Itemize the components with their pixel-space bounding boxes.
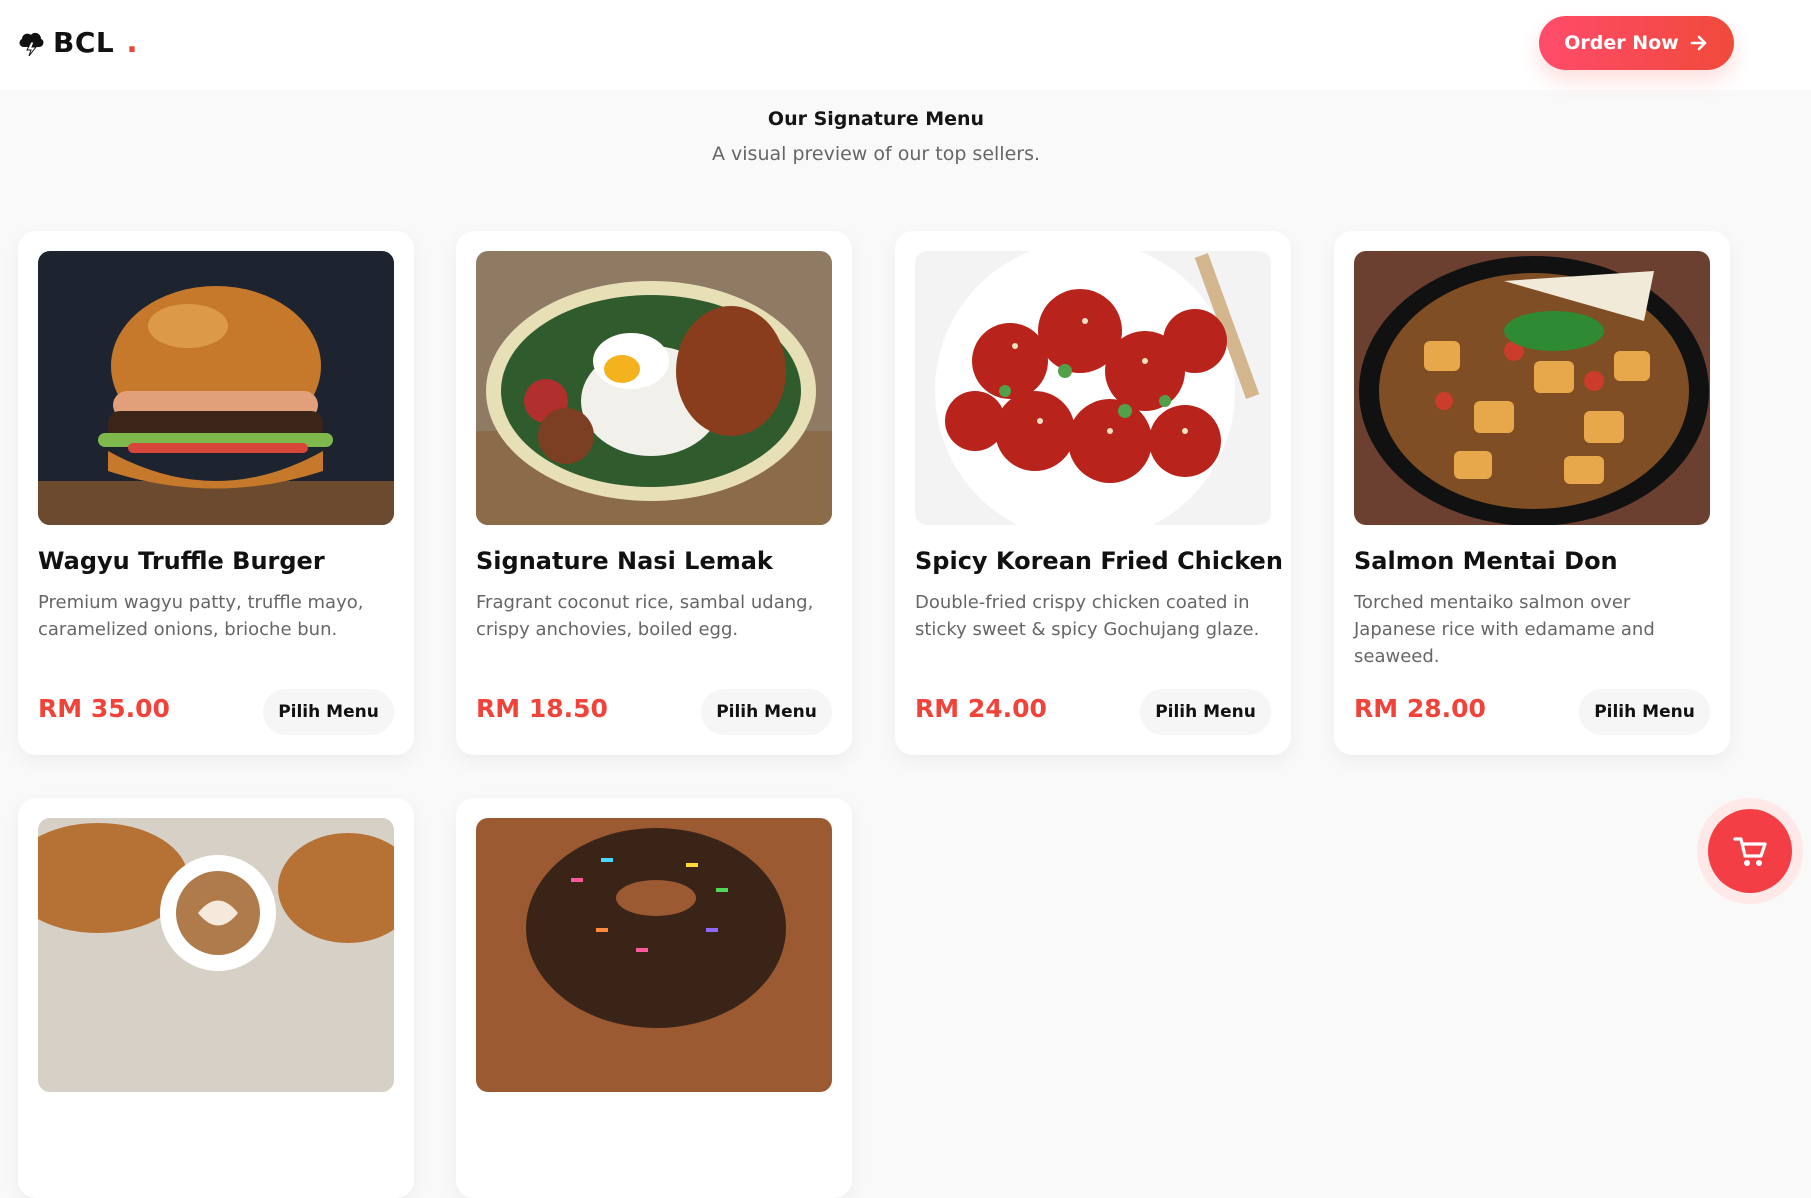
menu-section-subtitle: A visual preview of our top sellers. <box>711 143 1041 165</box>
arrow-right-icon <box>1690 35 1707 51</box>
pilih-menu-button[interactable]: Pilih Menu <box>263 689 394 735</box>
menu-item-name: Wagyu Truffle Burger <box>38 547 325 575</box>
order-now-button[interactable]: Order Now <box>1539 16 1734 70</box>
menu-card: Salmon Mentai Don Torched mentaiko salmo… <box>1334 231 1730 755</box>
brand-logo[interactable]: BCL . <box>17 26 138 59</box>
menu-card <box>456 798 852 1198</box>
food-image-fried-chicken <box>915 251 1271 525</box>
pilih-menu-button[interactable]: Pilih Menu <box>1579 689 1710 735</box>
food-image-donut <box>476 818 832 1092</box>
menu-item-price: RM 24.00 <box>915 694 1047 723</box>
menu-item-name: Salmon Mentai Don <box>1354 547 1618 575</box>
menu-item-name: Spicy Korean Fried Chicken <box>915 547 1283 575</box>
food-image-salmon-don <box>1354 251 1710 525</box>
food-image-nasi-lemak <box>476 251 832 525</box>
menu-section-title: Our Signature Menu <box>767 108 985 130</box>
menu-item-price: RM 28.00 <box>1354 694 1486 723</box>
menu-card: Spicy Korean Fried Chicken Double-fried … <box>895 231 1291 755</box>
food-image-burger <box>38 251 394 525</box>
food-image-coffee-croissant <box>38 818 394 1092</box>
menu-card: Wagyu Truffle Burger Premium wagyu patty… <box>18 231 414 755</box>
order-now-label: Order Now <box>1564 32 1679 54</box>
menu-card <box>18 798 414 1198</box>
menu-item-price: RM 18.50 <box>476 694 608 723</box>
top-header: BCL . Order Now <box>0 0 1811 90</box>
menu-item-desc: Premium wagyu patty, truffle mayo, caram… <box>38 592 364 640</box>
brand-dot: . <box>126 24 138 60</box>
pilih-menu-button[interactable]: Pilih Menu <box>1140 689 1271 735</box>
cart-icon <box>1733 837 1767 866</box>
menu-item-desc: Double-fried crispy chicken coated in st… <box>915 592 1260 640</box>
menu-item-name: Signature Nasi Lemak <box>476 547 773 575</box>
cloud-bolt-icon <box>19 32 44 56</box>
pilih-menu-button[interactable]: Pilih Menu <box>701 689 832 735</box>
menu-item-desc: Fragrant coconut rice, sambal udang, cri… <box>476 592 814 640</box>
menu-item-desc: Torched mentaiko salmon over Japanese ri… <box>1354 592 1655 667</box>
cart-button[interactable] <box>1708 809 1792 893</box>
menu-card: Signature Nasi Lemak Fragrant coconut ri… <box>456 231 852 755</box>
menu-item-price: RM 35.00 <box>38 694 170 723</box>
brand-name: BCL <box>53 26 115 59</box>
